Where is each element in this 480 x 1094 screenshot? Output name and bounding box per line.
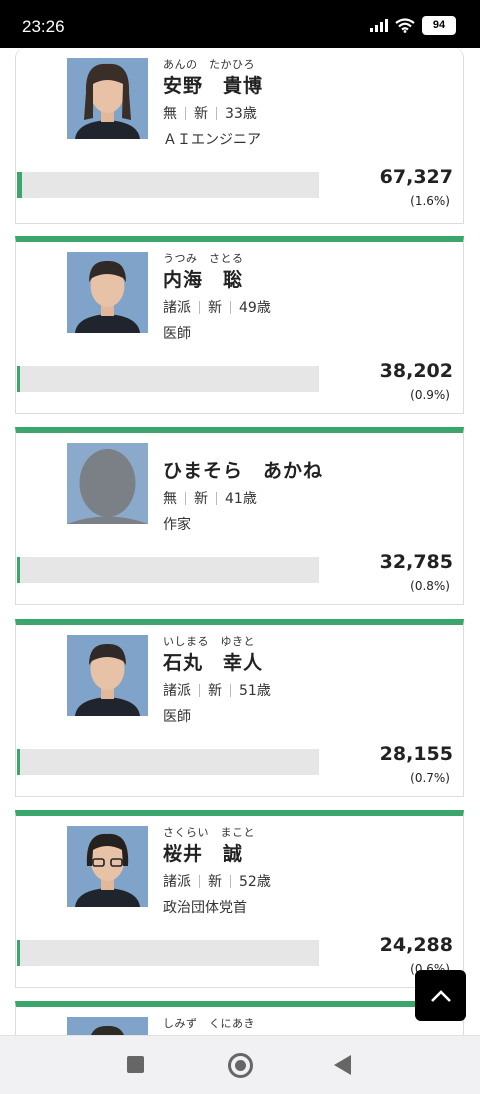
vote-share-fill	[17, 557, 20, 583]
divider	[230, 300, 231, 314]
candidate-party: 諸派	[163, 683, 191, 699]
vote-count: 38,202	[379, 360, 453, 382]
vote-count: 28,155	[379, 743, 453, 765]
vote-share-fill	[17, 366, 20, 392]
home-icon[interactable]	[228, 1053, 253, 1078]
candidate-card: ひまそら あかね無 新 41歳作家 32,785 (0.8%)	[15, 427, 464, 605]
divider	[199, 300, 200, 314]
back-to-top-button[interactable]	[415, 970, 466, 1021]
divider	[216, 106, 217, 120]
candidate-party: 諸派	[163, 300, 191, 316]
candidate-meta: 無 新 33歳	[163, 103, 263, 123]
candidate-status: 新	[194, 106, 208, 122]
candidate-party: 無	[163, 491, 177, 507]
candidate-status: 新	[208, 874, 222, 890]
candidate-party: 無	[163, 106, 177, 122]
divider	[185, 491, 186, 505]
candidate-photo	[67, 443, 148, 524]
vote-count: 24,288	[379, 934, 453, 956]
candidate-meta: 諸派 新 52歳	[163, 871, 271, 891]
candidate-age: 49歳	[239, 300, 271, 316]
candidate-kana: あんの たかひろ	[163, 58, 255, 71]
vote-percent: (1.6%)	[410, 194, 450, 208]
candidate-name: ひまそら あかね	[163, 460, 324, 482]
candidate-card: しみず くにあき	[15, 1001, 464, 1035]
divider	[216, 491, 217, 505]
candidate-card: あんの たかひろ安野 貴博無 新 33歳 ＡＩエンジニア 67,327 (1.6%)	[15, 48, 464, 224]
candidate-kana: しみず くにあき	[163, 1017, 255, 1030]
candidate-party: 諸派	[163, 874, 191, 890]
candidate-status: 新	[208, 683, 222, 699]
candidate-photo	[67, 826, 148, 907]
candidate-photo	[67, 252, 148, 333]
candidate-meta: 無 新 41歳	[163, 488, 323, 508]
candidate-kana: さくらい まこと	[163, 826, 255, 839]
candidate-job: 医師	[163, 326, 191, 342]
candidate-status: 新	[208, 300, 222, 316]
candidate-kana	[163, 441, 323, 455]
vote-count: 67,327	[379, 166, 453, 188]
vote-share-fill	[17, 172, 22, 198]
vote-percent: (0.9%)	[410, 388, 450, 402]
candidate-card: さくらい まこと 桜井 誠諸派新 52歳 政治団体党首 24,288 (0.6%)	[15, 810, 464, 988]
battery-indicator: 94	[422, 16, 456, 35]
chevron-up-icon	[430, 989, 451, 1002]
candidate-age: 41歳	[225, 491, 257, 507]
vote-share-fill	[17, 940, 20, 966]
candidate-age: 33歳	[225, 106, 257, 122]
vote-share-bar	[17, 557, 319, 583]
vote-share-bar	[17, 172, 319, 198]
candidate-name: 安野 貴博	[163, 75, 264, 97]
system-nav-bar	[0, 1035, 480, 1094]
candidate-name: 石丸 幸人	[163, 652, 264, 674]
status-bar: 23:26 94	[0, 0, 480, 48]
recents-icon[interactable]	[127, 1056, 144, 1073]
candidate-photo	[67, 635, 148, 716]
candidate-status: 新	[194, 491, 208, 507]
status-time: 23:26	[22, 17, 65, 36]
candidate-card: うつみ さとる内海 聡諸派 新 49歳医師 38,202 (0.9%)	[15, 236, 464, 414]
divider	[230, 874, 231, 888]
vote-count: 32,785	[379, 551, 453, 573]
candidate-job: 政治団体党首	[163, 900, 247, 916]
candidate-kana: いしまる ゆきと	[163, 635, 255, 648]
vote-percent: (0.7%)	[410, 771, 450, 785]
candidate-job: 作家	[163, 517, 191, 533]
back-icon[interactable]	[334, 1055, 351, 1075]
results-list[interactable]: あんの たかひろ 安野 貴博無新 33歳 ＡＩエンジニア 67,327 (1.6%) うつみ…	[0, 48, 480, 1035]
candidate-meta: 諸派 新 49歳	[163, 297, 271, 317]
divider	[199, 683, 200, 697]
divider	[230, 683, 231, 697]
vote-share-bar	[17, 940, 319, 966]
vote-percent: (0.8%)	[410, 579, 450, 593]
candidate-name: 内海 聡	[163, 269, 244, 291]
vote-share-bar	[17, 749, 319, 775]
candidate-meta: 諸派 新 51歳	[163, 680, 271, 700]
candidate-job: 医師	[163, 709, 191, 725]
candidate-photo	[67, 1017, 148, 1035]
candidate-card: いしまる ゆきと石丸 幸人諸派 新 51歳医師 28,155 (0.7%)	[15, 619, 464, 797]
candidate-kana: うつみ さとる	[163, 252, 244, 265]
candidate-photo	[67, 58, 148, 139]
candidate-job: ＡＩエンジニア	[163, 132, 261, 148]
signal-icon	[370, 19, 388, 32]
vote-share-fill	[17, 749, 20, 775]
wifi-icon	[395, 18, 415, 33]
candidate-age: 52歳	[239, 874, 271, 890]
candidate-age: 51歳	[239, 683, 271, 699]
vote-share-bar	[17, 366, 319, 392]
divider	[199, 874, 200, 888]
candidate-name: 桜井 誠	[163, 843, 244, 865]
divider	[185, 106, 186, 120]
